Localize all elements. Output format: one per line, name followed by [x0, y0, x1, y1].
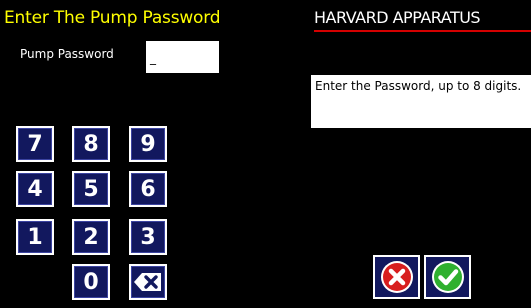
backspace-icon — [134, 273, 161, 291]
key-3[interactable]: 3 — [129, 219, 167, 255]
password-label: Pump Password — [20, 47, 114, 61]
numeric-keypad: 7 8 9 4 5 6 1 2 3 0 — [15, 126, 187, 308]
key-0[interactable]: 0 — [72, 264, 110, 300]
green-check-icon — [431, 261, 464, 293]
key-2[interactable]: 2 — [72, 219, 110, 255]
confirm-button[interactable] — [424, 255, 471, 299]
key-9[interactable]: 9 — [129, 126, 167, 162]
password-input[interactable]: _ — [146, 41, 219, 73]
red-x-icon — [380, 261, 413, 293]
key-5[interactable]: 5 — [72, 171, 110, 207]
key-8[interactable]: 8 — [72, 126, 110, 162]
brand-title: HARVARD APPARATUS — [314, 8, 531, 32]
help-text-box: Enter the Password, up to 8 digits. — [311, 75, 531, 128]
key-7[interactable]: 7 — [16, 126, 54, 162]
cancel-button[interactable] — [373, 255, 420, 299]
key-4[interactable]: 4 — [16, 171, 54, 207]
backspace-button[interactable] — [129, 264, 167, 300]
page-title: Enter The Pump Password — [4, 8, 221, 28]
key-6[interactable]: 6 — [129, 171, 167, 207]
key-1[interactable]: 1 — [16, 219, 54, 255]
